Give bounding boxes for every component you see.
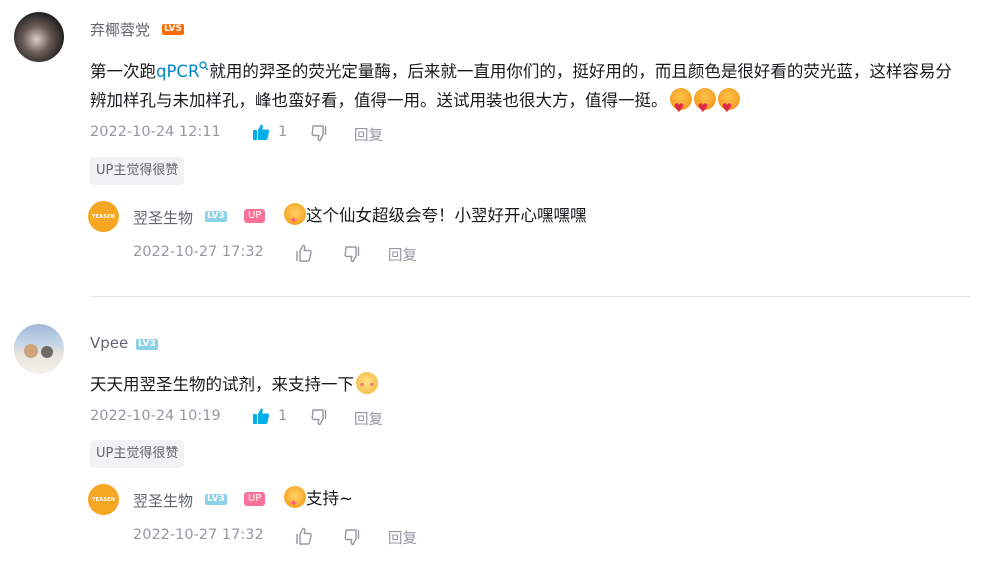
thumbs-down-icon xyxy=(311,125,327,142)
surprised-face-emoji xyxy=(284,486,306,518)
reply-reply-button[interactable]: 回复 xyxy=(388,527,417,548)
keyword-text: qPCR xyxy=(156,62,200,81)
like-count: 1 xyxy=(278,124,288,140)
reply-username[interactable]: 翌圣生物 xyxy=(133,490,193,511)
thumbs-up-icon xyxy=(296,244,312,262)
comment-time: 2022-10-24 12:11 xyxy=(90,124,221,140)
user-avatar[interactable] xyxy=(14,324,64,374)
reply-time: 2022-10-27 17:32 xyxy=(133,244,264,260)
thumbs-down-icon xyxy=(344,529,360,546)
love-heart-face-emoji xyxy=(717,88,740,123)
thumbs-up-icon xyxy=(296,527,312,545)
level-badge: LV5 xyxy=(162,24,184,35)
level-badge: LV3 xyxy=(205,494,227,505)
thumbs-down-icon xyxy=(344,246,360,263)
reply-avatar[interactable]: YEASEN xyxy=(88,484,119,515)
thumbs-down-icon xyxy=(311,409,327,426)
reply-content: 这个仙女超级会夸！小翌好开心嘿嘿嘿 xyxy=(282,201,587,235)
surprised-face-emoji xyxy=(284,203,306,235)
up-liked-tag: UP主觉得很赞 xyxy=(90,157,185,185)
cat-figure xyxy=(41,346,53,358)
reply-text: 这个仙女超级会夸！小翌好开心嘿嘿嘿 xyxy=(306,206,587,225)
like-button[interactable]: 1 xyxy=(252,123,287,141)
reply-avatar[interactable]: YEASEN xyxy=(88,201,119,232)
user-avatar[interactable] xyxy=(14,12,64,62)
reply-like-button[interactable] xyxy=(294,527,312,549)
like-count: 1 xyxy=(278,408,288,424)
comment-time: 2022-10-24 10:19 xyxy=(90,408,221,424)
username[interactable]: Vpee xyxy=(90,334,128,352)
reply-button[interactable]: 回复 xyxy=(354,408,383,429)
dislike-button[interactable] xyxy=(311,124,329,146)
level-badge: LV3 xyxy=(205,211,227,222)
yeasen-logo-text: YEASEN xyxy=(91,213,116,220)
reply-reply-button[interactable]: 回复 xyxy=(388,244,417,265)
keyword-link[interactable]: qPCR xyxy=(156,61,209,81)
reply-content: 支持~ xyxy=(282,484,353,518)
shy-smile-emoji xyxy=(356,372,378,394)
reply-username[interactable]: 翌圣生物 xyxy=(133,207,193,228)
reply-text: 支持~ xyxy=(306,489,353,508)
thumbs-up-icon xyxy=(253,124,270,140)
thumbs-up-icon xyxy=(253,408,270,424)
comment-text: 天天用翌圣生物的试剂，来支持一下 xyxy=(90,375,354,394)
comment-divider xyxy=(90,296,971,297)
comment-text-before: 第一次跑 xyxy=(90,62,156,81)
reply-button[interactable]: 回复 xyxy=(354,124,383,145)
up-liked-tag: UP主觉得很赞 xyxy=(90,440,185,468)
search-icon xyxy=(199,61,209,71)
reply-time: 2022-10-27 17:32 xyxy=(133,527,264,543)
up-badge: UP xyxy=(244,492,266,506)
level-badge: LV3 xyxy=(136,339,158,350)
yeasen-logo-text: YEASEN xyxy=(91,496,116,503)
dog-figure xyxy=(24,344,38,358)
comment-text-after: 就用的羿圣的荧光定量酶，后来就一直用你们的，挺好用的，而且颜色是很好看的荧光蓝，… xyxy=(90,62,952,110)
love-heart-face-emoji xyxy=(693,88,716,123)
username[interactable]: 弃椰蓉党 xyxy=(90,19,150,40)
up-badge: UP xyxy=(244,209,266,223)
like-button[interactable]: 1 xyxy=(252,407,287,425)
reply-dislike-button[interactable] xyxy=(344,245,362,267)
reply-dislike-button[interactable] xyxy=(344,528,362,550)
dislike-button[interactable] xyxy=(311,408,329,430)
reply-like-button[interactable] xyxy=(294,244,312,266)
comment-content: 第一次跑qPCR 就用的羿圣的荧光定量酶，后来就一直用你们的，挺好用的，而且颜色是… xyxy=(90,57,960,123)
comment-content: 天天用翌圣生物的试剂，来支持一下 xyxy=(90,370,378,399)
love-heart-face-emoji xyxy=(669,88,692,123)
